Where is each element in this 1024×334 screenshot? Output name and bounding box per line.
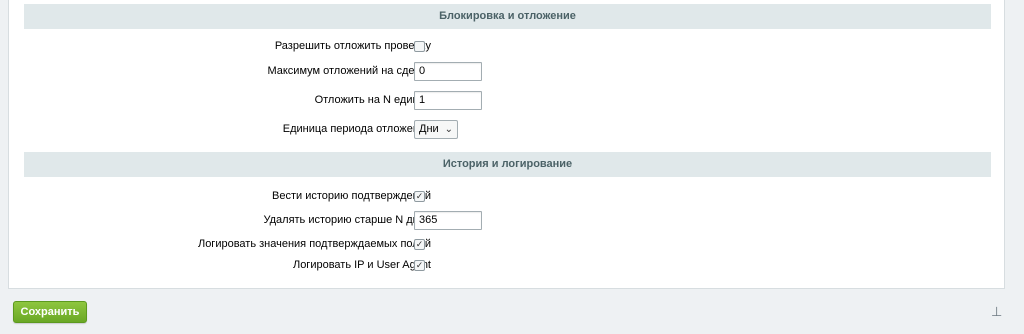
allow-postpone-label: Разрешить отложить проверку (274, 40, 431, 52)
delete-history-input[interactable]: 365 (414, 210, 482, 230)
log-fields-label: Логировать значения подтверждаемых полей (197, 238, 431, 250)
period-unit-select[interactable]: Дни ⌄ (414, 119, 459, 139)
save-button[interactable]: Сохранить (13, 301, 87, 323)
pin-icon[interactable]: ⊥ (991, 305, 1002, 319)
period-unit-label: Единица периода отложения (282, 123, 431, 135)
row-keep-history: Вести историю подтверждений ✓ (24, 185, 991, 207)
row-delete-history: Удалять историю старше N дней 365 (24, 209, 991, 231)
log-ip-checkbox[interactable]: ✓ (414, 259, 425, 271)
chevron-down-icon: ⌄ (444, 123, 454, 135)
settings-panel: Блокировка и отложение Разрешить отложит… (8, 0, 1005, 289)
keep-history-label: Вести историю подтверждений (272, 190, 431, 202)
log-ip-label: Логировать IP и User Agent (292, 259, 431, 271)
delete-history-label: Удалять историю старше N дней (263, 214, 431, 226)
row-postpone-units: Отложить на N единиц 1 (24, 89, 991, 111)
section-header-blocking: Блокировка и отложение (24, 4, 991, 29)
row-log-fields: Логировать значения подтверждаемых полей… (24, 233, 991, 255)
allow-postpone-checkbox[interactable] (414, 40, 425, 52)
row-log-ip: Логировать IP и User Agent ✓ (24, 254, 991, 276)
max-postpones-input[interactable]: 0 (414, 61, 482, 81)
max-postpones-label: Максимум отложений на сделку (267, 65, 431, 77)
row-allow-postpone: Разрешить отложить проверку (24, 35, 991, 57)
keep-history-checkbox[interactable]: ✓ (414, 190, 425, 202)
section-header-history: История и логирование (24, 152, 991, 177)
postpone-units-input[interactable]: 1 (414, 90, 482, 110)
row-period-unit: Единица периода отложения Дни ⌄ (24, 118, 991, 140)
log-fields-checkbox[interactable]: ✓ (414, 238, 425, 250)
row-max-postpones: Максимум отложений на сделку 0 (24, 60, 991, 82)
period-unit-value: Дни (419, 123, 439, 135)
